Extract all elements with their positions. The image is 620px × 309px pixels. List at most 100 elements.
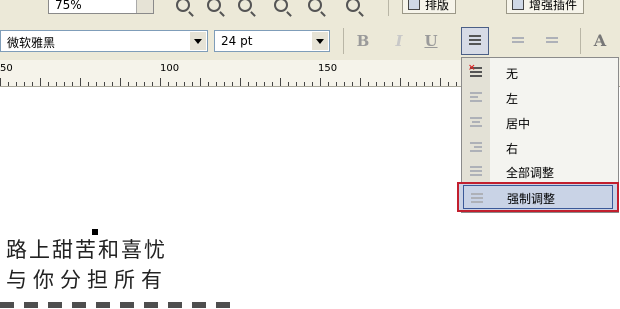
ruler-tick xyxy=(8,82,9,86)
ruler-tick xyxy=(48,82,49,86)
menu-item-label: 无 xyxy=(506,67,519,81)
zoom-out-icon[interactable] xyxy=(207,0,221,12)
menu-item-justify-all[interactable]: 全部调整 xyxy=(462,159,618,184)
ruler-tick xyxy=(424,82,425,86)
ruler-tick xyxy=(280,78,281,86)
ruler-tick xyxy=(400,78,401,86)
ruler-tick xyxy=(256,82,257,86)
font-family-select[interactable]: 微软雅黑 xyxy=(0,30,208,52)
none-mark-icon: × xyxy=(468,63,476,73)
zoom-page-icon[interactable] xyxy=(238,0,252,12)
ruler-tick xyxy=(328,82,329,86)
ruler-tick xyxy=(448,82,449,86)
zoom-in-icon[interactable] xyxy=(176,0,190,12)
menu-item-label: 左 xyxy=(506,92,519,106)
menu-item-right[interactable]: 右 xyxy=(462,135,618,160)
force-justify-icon xyxy=(471,193,483,205)
ruler-tick xyxy=(32,82,33,86)
ruler-tick xyxy=(16,82,17,86)
ruler-tick xyxy=(184,82,185,86)
ruler-tick xyxy=(432,82,433,86)
menu-item-label: 居中 xyxy=(506,117,531,131)
ruler-tick xyxy=(320,78,321,86)
ruler-tick xyxy=(456,82,457,86)
zoom-value: 75% xyxy=(55,0,82,12)
chevron-down-icon[interactable] xyxy=(312,32,328,50)
ruler-tick xyxy=(200,78,201,86)
ruler-tick xyxy=(160,78,161,86)
menu-item-none[interactable]: × 无 xyxy=(462,60,618,85)
ruler-tick xyxy=(240,78,241,86)
font-size-value: 24 pt xyxy=(221,34,253,48)
ruler-tick xyxy=(216,82,217,86)
zoom-select[interactable]: 75% xyxy=(48,0,154,14)
ruler-tick xyxy=(88,82,89,86)
ruler-tick xyxy=(352,82,353,86)
menu-item-left[interactable]: 左 xyxy=(462,85,618,110)
ruler-tick xyxy=(304,82,305,86)
align-left-icon xyxy=(470,92,482,104)
ruler-tick xyxy=(136,82,137,86)
ruler-tick xyxy=(440,78,441,86)
canvas-text-line-cut xyxy=(0,298,240,309)
menu-item-center[interactable]: 居中 xyxy=(462,110,618,135)
layout-button[interactable]: 排版 xyxy=(402,0,457,14)
ruler-tick xyxy=(232,82,233,86)
ruler-tick xyxy=(272,82,273,86)
ruler-tick xyxy=(408,82,409,86)
canvas-text-line[interactable]: 与你分担所有 xyxy=(6,264,168,294)
align-right-icon xyxy=(470,142,482,154)
ruler-tick xyxy=(224,82,225,86)
bold-button[interactable]: B xyxy=(352,30,374,52)
ruler-tick xyxy=(176,82,177,86)
align-center-icon xyxy=(470,117,482,129)
ruler-tick xyxy=(360,78,361,86)
zoom-width-icon[interactable] xyxy=(274,0,288,12)
ruler-tick xyxy=(248,82,249,86)
ruler-tick xyxy=(56,82,57,86)
ruler-label: 150 xyxy=(318,63,338,74)
font-size-select[interactable]: 24 pt xyxy=(214,30,330,52)
align-icon[interactable] xyxy=(4,0,16,6)
top-toolbar: 75% 排版 增强插件 xyxy=(0,0,620,23)
ruler-tick xyxy=(0,78,1,86)
chevron-down-icon[interactable] xyxy=(190,32,206,50)
menu-item-label: 右 xyxy=(506,142,519,156)
plugin-button-label: 增强插件 xyxy=(529,0,578,12)
ruler-tick xyxy=(392,82,393,86)
ruler-tick xyxy=(24,82,25,86)
chevron-down-icon[interactable] xyxy=(136,0,153,13)
ruler-tick xyxy=(72,82,73,86)
layout-icon xyxy=(408,0,420,10)
menu-item-force-justify[interactable]: 强制调整 xyxy=(457,182,619,212)
ruler-tick xyxy=(368,82,369,86)
ruler-tick xyxy=(144,82,145,86)
ruler-tick xyxy=(264,82,265,86)
font-family-value: 微软雅黑 xyxy=(7,36,56,50)
ruler-tick xyxy=(168,82,169,86)
text-properties-button[interactable]: A xyxy=(588,30,612,52)
plugin-button[interactable]: 增强插件 xyxy=(506,0,585,14)
ruler-tick xyxy=(344,82,345,86)
ruler-tick xyxy=(312,82,313,86)
ruler-tick xyxy=(112,82,113,86)
ruler-label: 50 xyxy=(0,63,13,74)
zoom-selection-icon[interactable] xyxy=(346,0,360,12)
zoom-height-icon[interactable] xyxy=(308,0,322,12)
text-align-button[interactable] xyxy=(461,27,489,55)
layout-button-label: 排版 xyxy=(425,0,450,12)
ruler-tick xyxy=(384,82,385,86)
align-icon xyxy=(469,35,481,47)
canvas-text-line[interactable]: 路上甜苦和喜忧 xyxy=(6,234,167,264)
ruler-tick xyxy=(40,78,41,86)
ruler-tick xyxy=(80,78,81,86)
ruler-tick xyxy=(120,78,121,86)
italic-button[interactable]: I xyxy=(388,30,410,52)
menu-item-label: 全部调整 xyxy=(506,166,555,180)
ruler-tick xyxy=(152,82,153,86)
ruler-tick xyxy=(416,82,417,86)
menu-item-label: 强制调整 xyxy=(507,192,556,206)
ruler-tick xyxy=(376,82,377,86)
underline-button[interactable]: U xyxy=(420,30,442,52)
text-align-menu: × 无 左 居中 右 全部调整 强制调整 xyxy=(457,57,619,213)
